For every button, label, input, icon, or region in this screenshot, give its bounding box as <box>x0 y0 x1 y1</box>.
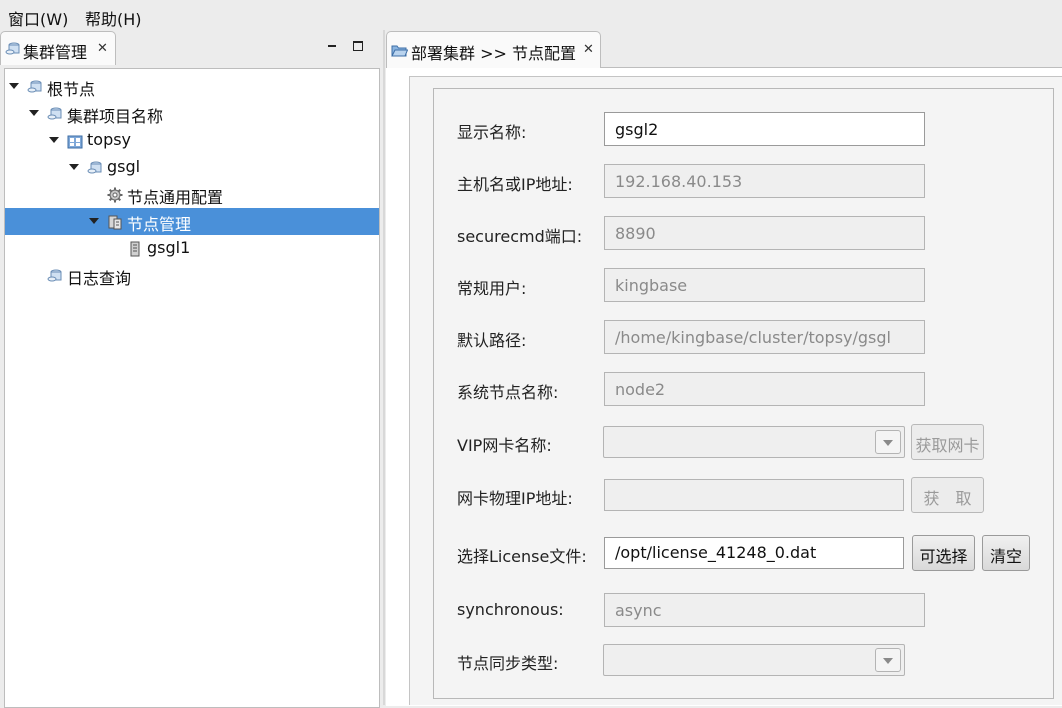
menu-help[interactable]: 帮助(H) <box>85 6 142 30</box>
tree-item-cluster-project[interactable]: 集群项目名称 <box>5 100 379 127</box>
folder-icon <box>391 45 408 57</box>
vip-nic-name-select[interactable] <box>603 426 905 458</box>
nic-physical-ip-label: 网卡物理IP地址: <box>457 489 573 508</box>
view-splitter[interactable] <box>383 30 385 705</box>
tree-item-label: 根节点 <box>47 80 96 99</box>
default-path-label: 默认路径: <box>457 331 527 350</box>
maximize-icon[interactable] <box>353 41 363 51</box>
menu-window[interactable]: 窗口(W) <box>8 6 68 30</box>
get-nic-button[interactable]: 获取网卡 <box>911 424 984 460</box>
chevron-down-icon[interactable] <box>875 430 901 454</box>
tree-item-label: gsgl1 <box>147 238 191 257</box>
cluster-icon <box>47 269 62 282</box>
cluster-icon <box>87 161 102 174</box>
nic-physical-ip-input[interactable] <box>604 479 904 511</box>
project-icon <box>67 135 83 149</box>
get-ip-button[interactable]: 获 取 <box>911 477 984 513</box>
tree-item-label: 集群项目名称 <box>67 107 164 126</box>
close-icon[interactable]: ✕ <box>583 42 594 57</box>
tree-item-label: 节点通用配置 <box>127 188 224 207</box>
host-ip-input[interactable]: 192.168.40.153 <box>604 164 925 198</box>
tree-item-root[interactable]: 根节点 <box>5 73 379 100</box>
node-manage-icon <box>108 215 122 230</box>
vip-nic-name-label: VIP网卡名称: <box>457 436 552 455</box>
expand-arrow-icon[interactable] <box>69 164 79 170</box>
gear-icon <box>107 187 123 203</box>
system-node-name-label: 系统节点名称: <box>457 383 559 402</box>
tree-item-label: 日志查询 <box>67 269 132 288</box>
system-node-name-input[interactable]: node2 <box>604 372 925 406</box>
node-sync-type-select[interactable] <box>603 644 905 676</box>
synchronous-input[interactable]: async <box>604 593 925 627</box>
securecmd-port-input[interactable]: 8890 <box>604 216 925 250</box>
cluster-tree: 根节点 集群项目名称 topsy gsgl 节点通用配置 节点管理 gsgl1 … <box>4 68 380 708</box>
chevron-down-icon[interactable] <box>875 648 901 672</box>
tree-item-gsgl1[interactable]: gsgl1 <box>5 235 379 262</box>
tree-item-log-query[interactable]: 日志查询 <box>5 262 379 289</box>
expand-arrow-icon[interactable] <box>29 110 39 116</box>
tree-item-label: gsgl <box>107 157 141 176</box>
normal-user-label: 常规用户: <box>457 279 527 298</box>
tab-label: 集群管理 <box>23 43 88 62</box>
close-icon[interactable]: ✕ <box>97 41 108 56</box>
menu-bar: 窗口(W) 帮助(H) <box>0 0 1062 30</box>
tab-node-config[interactable]: 部署集群 >> 节点配置 ✕ <box>386 31 601 68</box>
tree-item-node-management[interactable]: 节点管理 <box>5 208 379 235</box>
tab-cluster-management[interactable]: 集群管理 ✕ <box>0 31 116 65</box>
host-ip-label: 主机名或IP地址: <box>457 175 573 194</box>
default-path-input[interactable]: /home/kingbase/cluster/topsy/gsgl <box>604 320 925 354</box>
clear-license-button[interactable]: 清空 <box>982 535 1030 571</box>
cluster-icon <box>5 42 20 55</box>
synchronous-label: synchronous: <box>457 600 564 619</box>
tree-item-topsy[interactable]: topsy <box>5 127 379 154</box>
display-name-label: 显示名称: <box>457 123 527 142</box>
cluster-icon <box>47 107 62 120</box>
expand-arrow-icon[interactable] <box>89 218 99 224</box>
tab-label: 部署集群 >> 节点配置 <box>411 44 576 63</box>
securecmd-port-label: securecmd端口: <box>457 227 583 246</box>
tree-item-node-common-config[interactable]: 节点通用配置 <box>5 181 379 208</box>
node-sync-type-label: 节点同步类型: <box>457 654 559 673</box>
tree-item-gsgl[interactable]: gsgl <box>5 154 379 181</box>
cluster-icon <box>27 80 42 93</box>
tree-item-label: topsy <box>87 130 132 149</box>
license-file-input[interactable]: /opt/license_41248_0.dat <box>604 537 904 569</box>
normal-user-input[interactable]: kingbase <box>604 268 925 302</box>
display-name-input[interactable]: gsgl2 <box>604 112 925 146</box>
license-file-label: 选择License文件: <box>457 547 587 566</box>
server-icon <box>130 241 140 257</box>
expand-arrow-icon[interactable] <box>49 137 59 143</box>
expand-arrow-icon[interactable] <box>9 83 19 89</box>
tree-item-label: 节点管理 <box>127 215 192 234</box>
minimize-icon[interactable] <box>325 37 339 51</box>
choose-license-button[interactable]: 可选择 <box>912 535 975 571</box>
